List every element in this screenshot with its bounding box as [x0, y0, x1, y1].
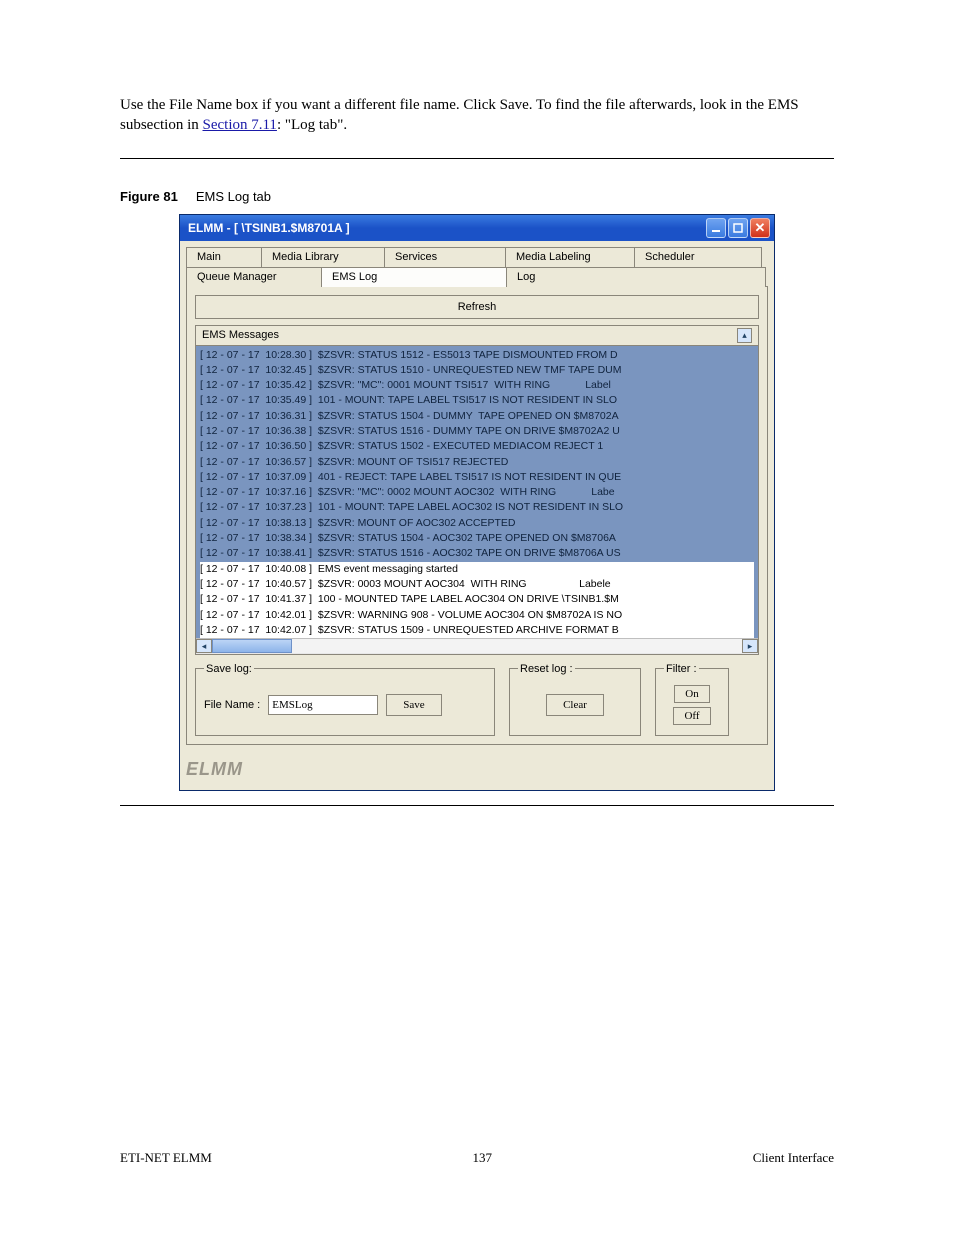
- scroll-up-button[interactable]: ▴: [737, 328, 752, 343]
- chevron-right-icon: ▸: [748, 641, 753, 652]
- filter-legend: Filter :: [664, 663, 699, 675]
- tab-services[interactable]: Services: [384, 247, 506, 267]
- log-line[interactable]: [ 12 - 07 - 17 10:40.57 ] $ZSVR: 0003 MO…: [200, 577, 754, 592]
- log-line[interactable]: [ 12 - 07 - 17 10:37.23 ] 101 - MOUNT: T…: [200, 500, 754, 515]
- tab-scheduler[interactable]: Scheduler: [634, 247, 762, 267]
- log-line[interactable]: [ 12 - 07 - 17 10:38.41 ] $ZSVR: STATUS …: [200, 546, 754, 561]
- save-log-group: Save log: File Name : Save: [195, 663, 495, 736]
- tab-media-labeling[interactable]: Media Labeling: [505, 247, 635, 267]
- close-button[interactable]: ✕: [750, 218, 770, 238]
- log-panel: EMS Messages ▴ [ 12 - 07 - 17 10:28.30 ]…: [195, 325, 759, 655]
- figure-title: EMS Log tab: [196, 189, 271, 204]
- log-line[interactable]: [ 12 - 07 - 17 10:38.13 ] $ZSVR: MOUNT O…: [200, 516, 754, 531]
- save-log-legend: Save log:: [204, 663, 254, 675]
- footer-left: ETI-NET ELMM: [120, 1150, 212, 1166]
- tab-log[interactable]: Log: [506, 267, 766, 287]
- log-list[interactable]: [ 12 - 07 - 17 10:28.30 ] $ZSVR: STATUS …: [196, 346, 758, 638]
- intro-paragraph: Use the File Name box if you want a diff…: [120, 95, 834, 136]
- log-line[interactable]: [ 12 - 07 - 17 10:42.07 ] $ZSVR: STATUS …: [200, 623, 754, 638]
- filter-group: Filter : On Off: [655, 663, 729, 736]
- maximize-icon: [733, 223, 743, 233]
- scroll-right-button[interactable]: ▸: [742, 639, 758, 653]
- save-button[interactable]: Save: [386, 694, 441, 716]
- log-line[interactable]: [ 12 - 07 - 17 10:35.49 ] 101 - MOUNT: T…: [200, 393, 754, 408]
- brand-label: ELMM: [186, 759, 768, 780]
- footer-right: Client Interface: [753, 1150, 834, 1166]
- reset-log-legend: Reset log :: [518, 663, 575, 675]
- maximize-button[interactable]: [728, 218, 748, 238]
- log-line[interactable]: [ 12 - 07 - 17 10:41.37 ] 100 - MOUNTED …: [200, 592, 754, 607]
- window-title: ELMM - [ \TSINB1.$M8701A ]: [188, 221, 704, 235]
- log-line[interactable]: [ 12 - 07 - 17 10:28.30 ] $ZSVR: STATUS …: [200, 348, 754, 363]
- footer-page: 137: [473, 1150, 493, 1166]
- tab-queue-manager[interactable]: Queue Manager: [186, 267, 322, 287]
- log-line[interactable]: [ 12 - 07 - 17 10:36.31 ] $ZSVR: STATUS …: [200, 409, 754, 424]
- log-line[interactable]: [ 12 - 07 - 17 10:36.38 ] $ZSVR: STATUS …: [200, 424, 754, 439]
- filename-label: File Name :: [204, 699, 260, 711]
- filter-off-button[interactable]: Off: [673, 707, 710, 725]
- chevron-left-icon: ◂: [202, 641, 207, 652]
- log-line[interactable]: [ 12 - 07 - 17 10:37.09 ] 401 - REJECT: …: [200, 470, 754, 485]
- section-link[interactable]: Section 7.11: [203, 117, 277, 133]
- chevron-up-icon: ▴: [742, 330, 747, 341]
- refresh-button[interactable]: Refresh: [195, 295, 759, 319]
- divider-top: [120, 158, 834, 159]
- log-line[interactable]: [ 12 - 07 - 17 10:32.45 ] $ZSVR: STATUS …: [200, 363, 754, 378]
- app-window: ELMM - [ \TSINB1.$M8701A ] ✕ Main Media …: [179, 214, 775, 791]
- titlebar[interactable]: ELMM - [ \TSINB1.$M8701A ] ✕: [180, 215, 774, 241]
- log-header-label: EMS Messages: [202, 329, 279, 341]
- log-line[interactable]: [ 12 - 07 - 17 10:36.57 ] $ZSVR: MOUNT O…: [200, 455, 754, 470]
- minimize-button[interactable]: [706, 218, 726, 238]
- tabs-row-2: Queue Manager EMS Log Log: [186, 267, 768, 287]
- log-line[interactable]: [ 12 - 07 - 17 10:35.42 ] $ZSVR: "MC": 0…: [200, 378, 754, 393]
- tab-ems-log[interactable]: EMS Log: [321, 267, 507, 287]
- scroll-track[interactable]: [212, 639, 742, 653]
- reset-log-group: Reset log : Clear: [509, 663, 641, 736]
- log-line[interactable]: [ 12 - 07 - 17 10:37.16 ] $ZSVR: "MC": 0…: [200, 485, 754, 500]
- figure-number: Figure 81: [120, 189, 178, 204]
- minimize-icon: [711, 223, 721, 233]
- scroll-left-button[interactable]: ◂: [196, 639, 212, 653]
- log-line[interactable]: [ 12 - 07 - 17 10:38.34 ] $ZSVR: STATUS …: [200, 531, 754, 546]
- log-line[interactable]: [ 12 - 07 - 17 10:36.50 ] $ZSVR: STATUS …: [200, 439, 754, 454]
- tab-media-library[interactable]: Media Library: [261, 247, 385, 267]
- tab-main[interactable]: Main: [186, 247, 262, 267]
- close-icon: ✕: [755, 221, 766, 234]
- log-line[interactable]: [ 12 - 07 - 17 10:42.01 ] $ZSVR: WARNING…: [200, 608, 754, 623]
- figure-caption: Figure 81 EMS Log tab: [120, 189, 834, 204]
- page-footer: ETI-NET ELMM 137 Client Interface: [120, 1150, 834, 1166]
- filename-input[interactable]: [268, 695, 378, 715]
- h-scrollbar[interactable]: ◂ ▸: [196, 638, 758, 654]
- log-line[interactable]: [ 12 - 07 - 17 10:40.08 ] EMS event mess…: [200, 562, 754, 577]
- scroll-thumb[interactable]: [212, 639, 292, 653]
- divider-bottom: [120, 805, 834, 806]
- tabs-row-1: Main Media Library Services Media Labeli…: [186, 247, 768, 267]
- intro-text-suffix: : "Log tab".: [277, 117, 347, 133]
- clear-button[interactable]: Clear: [546, 694, 604, 716]
- filter-on-button[interactable]: On: [674, 685, 709, 703]
